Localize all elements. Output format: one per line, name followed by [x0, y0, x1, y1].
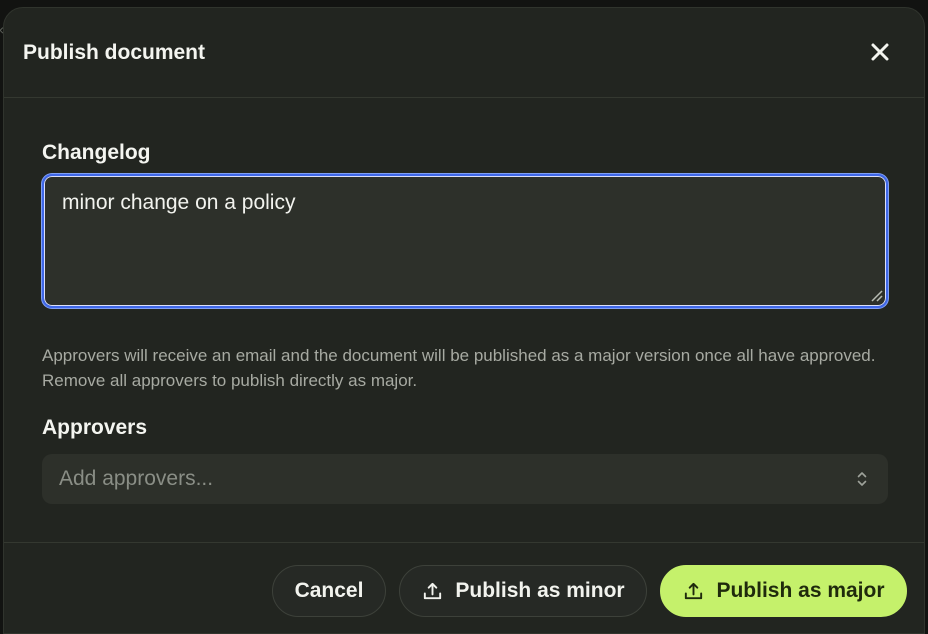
upload-icon	[424, 582, 442, 599]
publish-minor-button[interactable]: Publish as minor	[399, 565, 647, 617]
cancel-button-label: Cancel	[294, 579, 364, 602]
resize-handle-icon[interactable]	[869, 288, 883, 302]
approvers-label: Approvers	[42, 416, 148, 439]
publish-minor-label: Publish as minor	[455, 579, 625, 602]
approvers-select[interactable]: Add approvers...	[42, 454, 888, 504]
close-icon	[871, 43, 889, 61]
dialog-header: Publish document	[4, 8, 924, 98]
approvers-placeholder: Add approvers...	[59, 467, 214, 490]
changelog-label: Changelog	[42, 141, 151, 164]
publish-major-button[interactable]: Publish as major	[660, 565, 907, 617]
dialog-title: Publish document	[23, 41, 206, 64]
approvers-helper-text: Approvers will receive an email and the …	[42, 346, 876, 390]
upload-icon	[685, 582, 703, 599]
changelog-field[interactable]: minor change on a policy	[42, 174, 888, 308]
close-button[interactable]	[866, 38, 894, 66]
cancel-button[interactable]: Cancel	[272, 565, 386, 617]
publish-major-label: Publish as major	[716, 579, 885, 602]
chevron-up-down-icon	[856, 470, 868, 488]
dialog-footer: Cancel Publish as minor Publish as major	[4, 542, 924, 633]
publish-document-dialog: Publish document Changelog minor change …	[3, 7, 925, 634]
